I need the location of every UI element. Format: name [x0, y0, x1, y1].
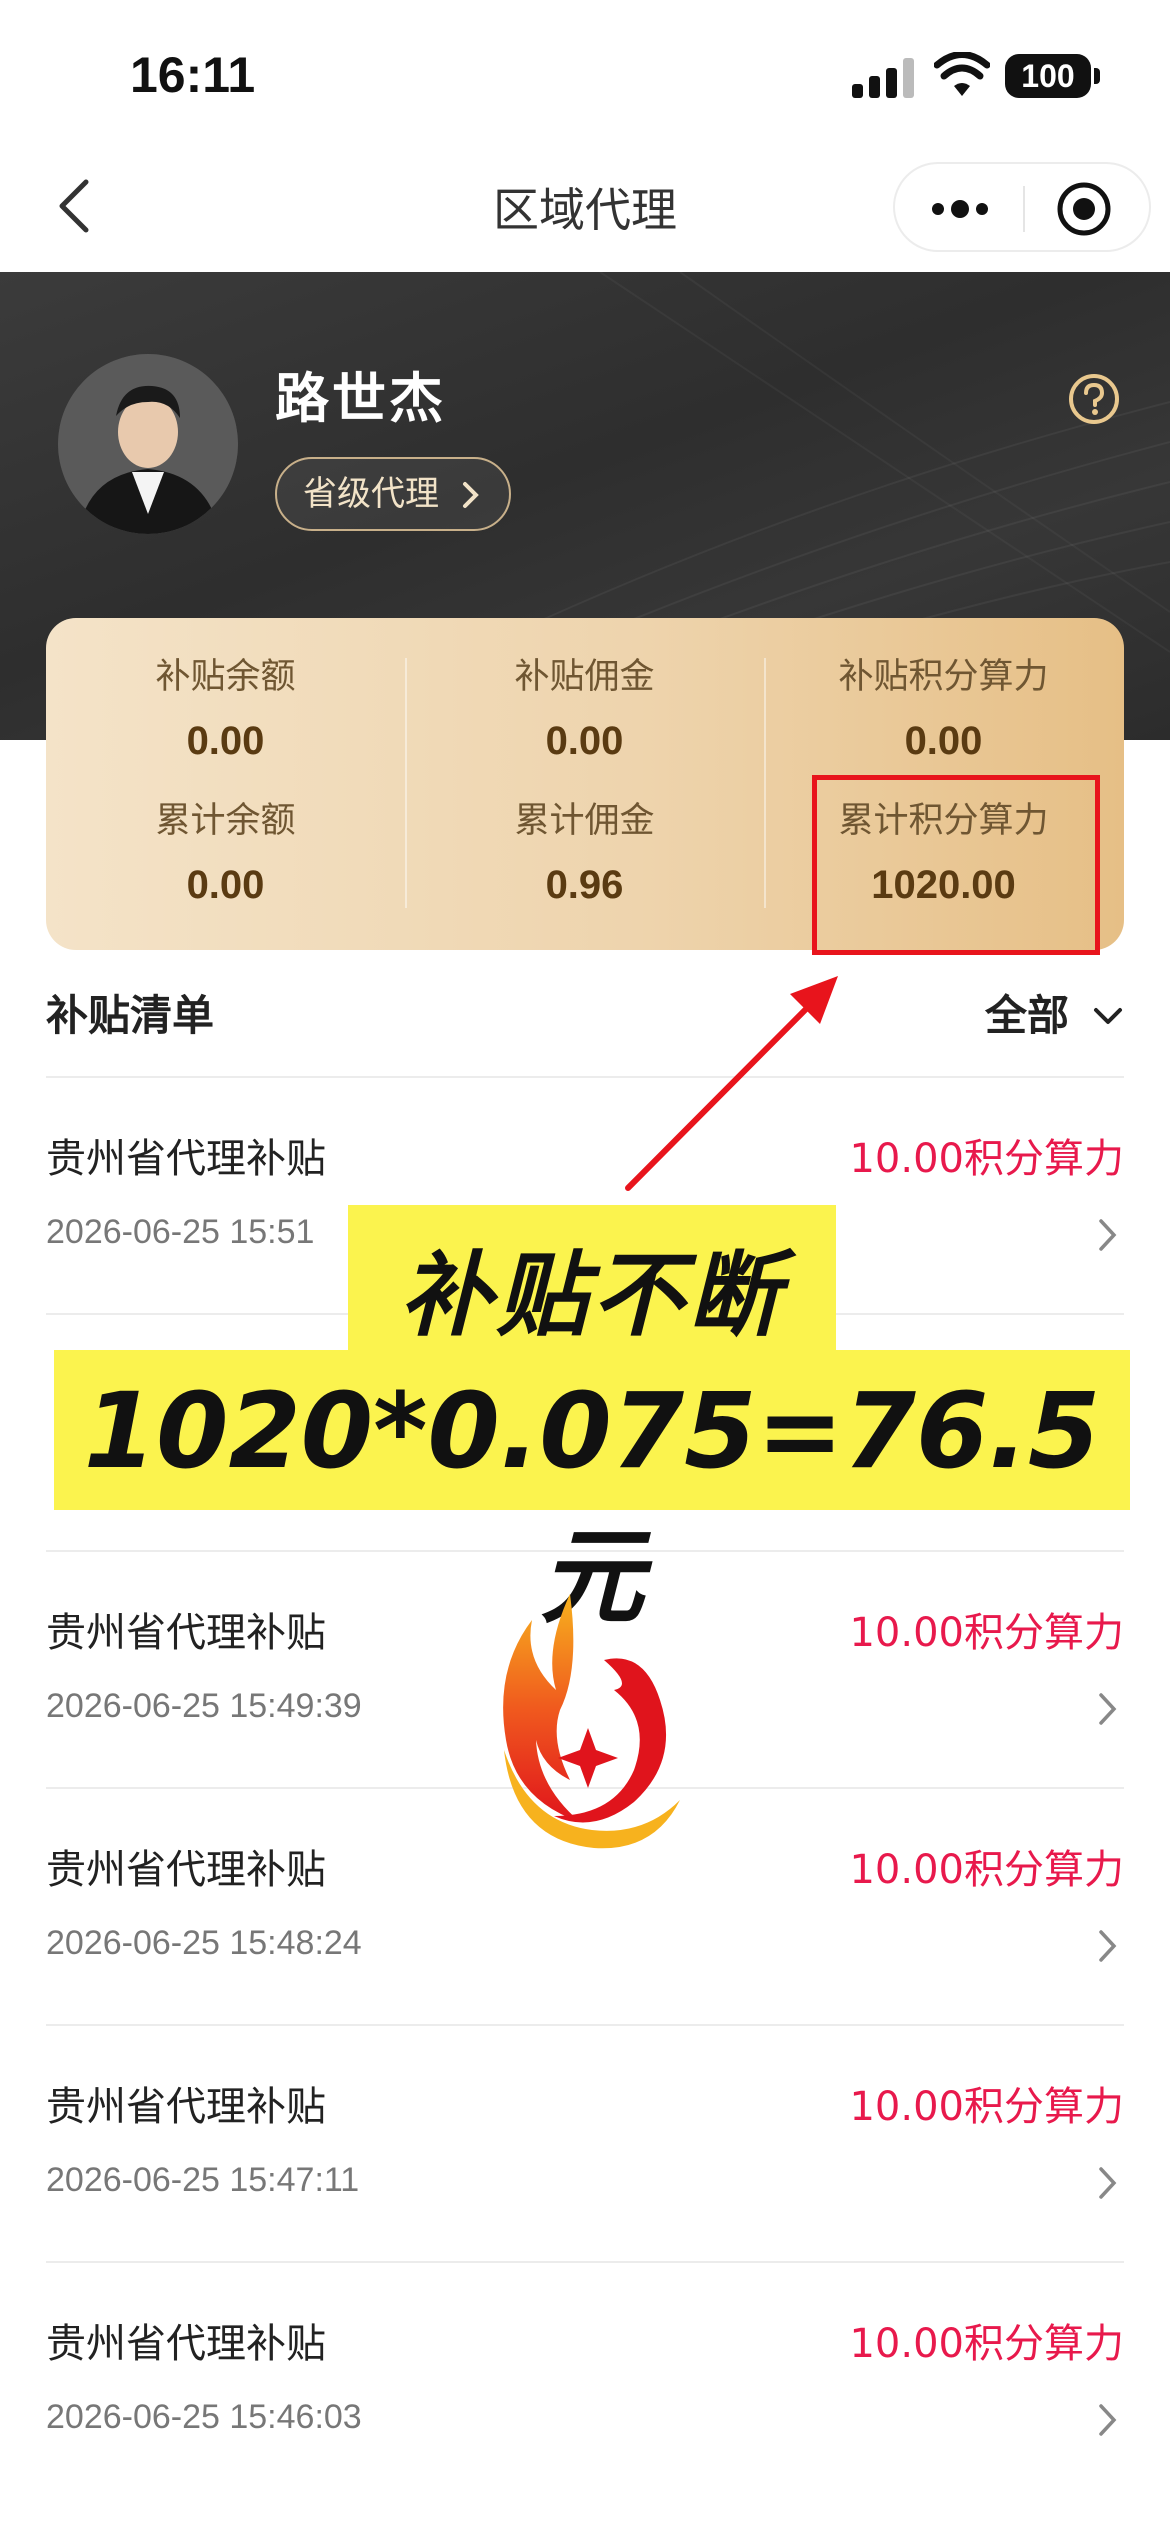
close-target-icon[interactable]	[1055, 180, 1113, 238]
row-time: 2026-06-25 15:49:39	[46, 1687, 362, 1725]
stat-value: 0.00	[186, 863, 265, 907]
row-title: 贵州省代理补贴	[46, 2084, 326, 2130]
flame-logo-icon	[503, 1594, 680, 1849]
level-label: 省级代理	[303, 474, 439, 514]
nav-bar: 区域代理	[0, 150, 1170, 272]
row-title: 贵州省代理补贴	[46, 1136, 326, 1182]
capsule-divider	[1023, 186, 1025, 232]
stat-value: 0.00	[545, 719, 624, 763]
filter-dropdown[interactable]: 全部	[985, 982, 1069, 1043]
chevron-right-icon	[1099, 1930, 1117, 1962]
help-icon[interactable]	[1067, 372, 1121, 426]
chevron-right-icon	[1099, 2167, 1117, 2199]
highlight-box	[812, 775, 1100, 955]
row-time: 2026-06-25 15:48:24	[46, 1924, 362, 1962]
list-item[interactable]: 贵州省代理补贴 10.00积分算力 2026-06-25 15:46:03	[46, 2261, 1124, 2498]
stat-total-commission[interactable]: 累计佣金 0.96	[405, 792, 764, 908]
chevron-right-icon	[1099, 2404, 1117, 2436]
mini-program-capsule	[893, 162, 1151, 252]
chevron-right-icon	[463, 482, 479, 508]
battery-icon: 100	[1005, 54, 1100, 98]
avatar	[58, 354, 238, 534]
stat-label: 累计余额	[155, 801, 296, 841]
stat-label: 补贴余额	[155, 657, 296, 697]
level-badge[interactable]: 省级代理	[275, 457, 511, 531]
status-bar: 16:11 100	[0, 0, 1170, 150]
promo-banner-bottom: 1020*0.075=76.5元	[54, 1350, 1130, 1638]
row-title: 贵州省代理补贴	[46, 2321, 326, 2367]
row-time: 2026-06-25 15:47:11	[46, 2161, 360, 2199]
list-item[interactable]: 贵州省代理补贴 10.00积分算力 2026-06-25 15:47:11	[46, 2024, 1124, 2261]
promo-line-1: 补贴不断	[399, 1242, 784, 1349]
row-time: 2026-06-25 15:51	[46, 1213, 315, 1251]
chevron-right-icon	[1099, 1693, 1117, 1725]
promo-banner-top: 补贴不断	[348, 1205, 836, 1350]
stat-value: 0.00	[904, 719, 983, 763]
chevron-down-icon[interactable]	[1092, 1004, 1124, 1028]
signal-icon	[852, 58, 916, 98]
row-amount: 10.00积分算力	[849, 1847, 1124, 1893]
stat-subsidy-points[interactable]: 补贴积分算力 0.00	[764, 648, 1123, 764]
stat-label: 补贴积分算力	[838, 657, 1049, 697]
stat-subsidy-commission[interactable]: 补贴佣金 0.00	[405, 648, 764, 764]
stat-value: 0.00	[186, 719, 265, 763]
row-time: 2026-06-25 15:46:03	[46, 2398, 362, 2436]
stat-subsidy-balance[interactable]: 补贴余额 0.00	[46, 648, 405, 764]
annotation-arrow	[625, 976, 838, 1191]
more-icon[interactable]	[925, 184, 995, 234]
row-title: 贵州省代理补贴	[46, 1847, 326, 1893]
user-name: 路世杰	[275, 367, 446, 430]
wifi-icon	[934, 52, 990, 96]
stat-label: 累计佣金	[514, 801, 655, 841]
stat-value: 0.96	[545, 863, 624, 907]
stat-label: 补贴佣金	[514, 657, 655, 697]
status-time: 16:11	[130, 47, 256, 103]
list-title: 补贴清单	[46, 991, 215, 1040]
row-amount: 10.00积分算力	[849, 2321, 1124, 2367]
chevron-right-icon	[1099, 1219, 1117, 1251]
stat-total-balance[interactable]: 累计余额 0.00	[46, 792, 405, 908]
row-amount: 10.00积分算力	[849, 1136, 1124, 1182]
row-amount: 10.00积分算力	[849, 2084, 1124, 2130]
